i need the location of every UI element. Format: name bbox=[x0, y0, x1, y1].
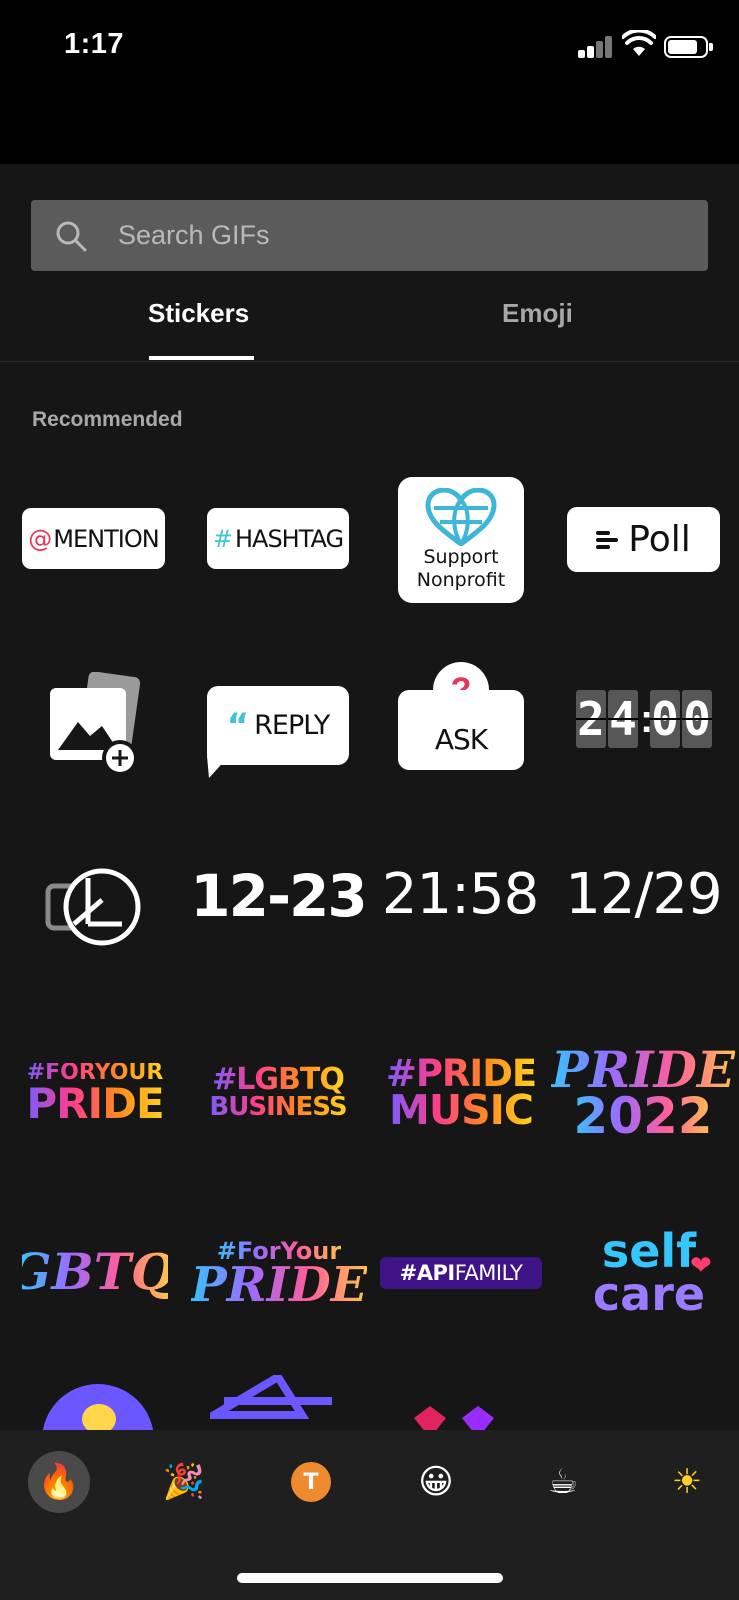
sticker-text: #LGBTQ bbox=[212, 1062, 345, 1098]
sticker-ask[interactable]: ASK bbox=[398, 690, 524, 770]
sticker-row-partial bbox=[0, 1370, 739, 1430]
sticker-foryour-pride-script[interactable]: #ForYour PRIDE bbox=[191, 1228, 368, 1320]
sticker-photo-camera[interactable] bbox=[44, 866, 144, 948]
tab-stickers[interactable]: Stickers bbox=[148, 298, 249, 329]
quote-icon: “ bbox=[226, 705, 249, 746]
sticker-text: MUSIC bbox=[389, 1086, 534, 1135]
section-title: Recommended bbox=[32, 408, 183, 431]
status-time: 1:17 bbox=[64, 28, 125, 60]
sticker-foryour-pride[interactable]: #FORYOUR PRIDE bbox=[22, 1050, 168, 1136]
sticker-apifamily[interactable]: #API FAMILY bbox=[380, 1257, 542, 1289]
sticker-support-nonprofit[interactable]: Support Nonprofit bbox=[398, 477, 524, 603]
sticker-text: PRIDE bbox=[26, 1078, 164, 1128]
sticker-time[interactable]: 21:58 bbox=[382, 862, 539, 927]
sticker-date-slash[interactable]: 12/29 bbox=[556, 862, 731, 927]
at-symbol: @ bbox=[28, 524, 52, 553]
sun-icon[interactable]: ☀ bbox=[656, 1451, 718, 1513]
add-image-icon bbox=[50, 672, 141, 776]
grinning-face-icon[interactable]: 😀 bbox=[405, 1451, 467, 1513]
home-indicator[interactable] bbox=[237, 1573, 503, 1583]
sticker-text: PRIDE bbox=[551, 1039, 736, 1099]
reply-label: REPLY bbox=[254, 710, 330, 741]
clock-digit: 0 bbox=[650, 690, 680, 748]
party-popper-icon[interactable]: 🎉 bbox=[153, 1451, 215, 1513]
coffee-icon[interactable]: ☕ bbox=[532, 1451, 594, 1513]
battery-icon bbox=[664, 36, 713, 58]
sticker-pride-music[interactable]: #PRIDE MUSIC bbox=[386, 1048, 537, 1138]
heart-icon: ❤ bbox=[690, 1250, 712, 1280]
sticker-hashtag[interactable]: # HASHTAG bbox=[207, 508, 349, 569]
sticker-mention[interactable]: @ MENTION bbox=[22, 508, 165, 569]
sticker-text: FAMILY bbox=[454, 1261, 523, 1285]
sticker-text: BUSINESS bbox=[209, 1091, 347, 1122]
sticker-sun-heart[interactable] bbox=[42, 1384, 154, 1430]
clock-digit: 4 bbox=[608, 690, 638, 748]
sticker-flip-clock[interactable]: 2 4 : 0 0 bbox=[576, 688, 712, 750]
search-bar[interactable]: Search GIFs bbox=[31, 200, 708, 271]
fire-icon[interactable]: 🔥 bbox=[28, 1451, 90, 1513]
poll-label: Poll bbox=[628, 519, 691, 560]
support-line1: Support bbox=[423, 546, 499, 568]
wifi-icon bbox=[622, 30, 656, 56]
clock-digit: 2 bbox=[576, 690, 606, 748]
mention-label: MENTION bbox=[53, 524, 159, 553]
sticker-pride-2022[interactable]: PRIDE 2022 bbox=[551, 1038, 735, 1148]
sticker-gems[interactable] bbox=[410, 1398, 506, 1430]
clock-digit: 0 bbox=[682, 690, 712, 748]
sticker-reply[interactable]: “ REPLY bbox=[207, 686, 349, 765]
sticker-date-bold[interactable]: 12-23 bbox=[190, 862, 368, 930]
sticker-text: PRIDE bbox=[190, 1256, 368, 1313]
text-t-icon[interactable]: T bbox=[280, 1451, 342, 1513]
globe-heart-icon bbox=[425, 488, 497, 546]
sticker-text: 2022 bbox=[573, 1087, 713, 1145]
sticker-lgbtq-business[interactable]: #LGBTQ BUSINESS bbox=[205, 1055, 351, 1131]
sticker-add-image[interactable] bbox=[44, 672, 144, 778]
hash-symbol: # bbox=[212, 524, 233, 553]
sticker-poll[interactable]: Poll bbox=[567, 507, 720, 572]
active-tab-indicator bbox=[149, 356, 254, 360]
reply-tail bbox=[207, 756, 229, 778]
sticker-lgbtq-plus[interactable]: LGBTQ+ bbox=[0, 1232, 216, 1312]
sticker-text: #API bbox=[399, 1261, 456, 1285]
search-icon bbox=[56, 221, 87, 252]
sticker-star[interactable] bbox=[210, 1375, 346, 1430]
support-line2: Nonprofit bbox=[416, 569, 506, 591]
sticker-text: care bbox=[592, 1267, 706, 1322]
status-bar: 1:17 bbox=[0, 0, 739, 164]
tab-emoji[interactable]: Emoji bbox=[502, 298, 573, 329]
hashtag-label: HASHTAG bbox=[234, 524, 344, 553]
camera-frame-icon bbox=[45, 868, 141, 946]
ask-label: ASK bbox=[434, 722, 488, 756]
category-bar: 🔥 🎉 T 😀 ☕ ☀ bbox=[0, 1430, 739, 1600]
cellular-signal-icon bbox=[578, 34, 614, 58]
clock-colon: : bbox=[640, 696, 654, 741]
poll-lines-icon bbox=[596, 528, 619, 552]
search-input[interactable]: Search GIFs bbox=[118, 220, 270, 251]
tab-bar: Stickers Emoji bbox=[0, 272, 739, 362]
